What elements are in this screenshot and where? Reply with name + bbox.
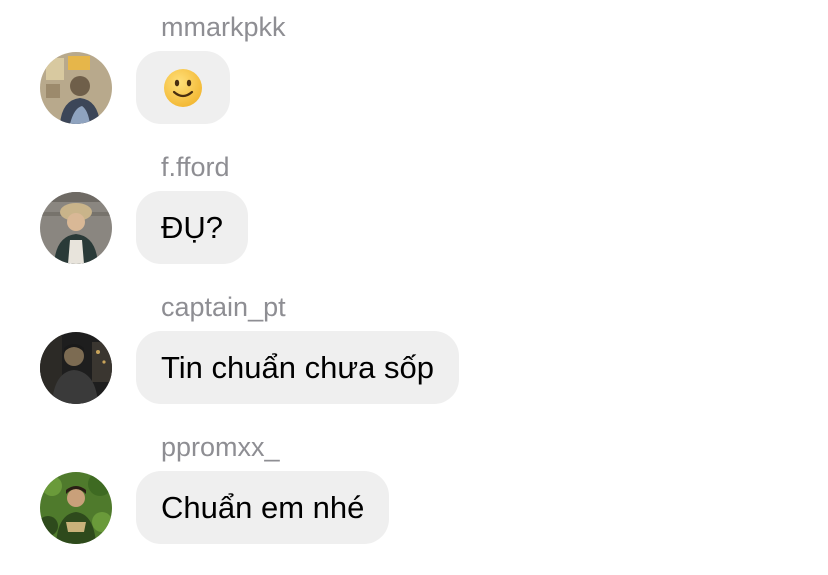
avatar[interactable] bbox=[40, 472, 112, 544]
message-row: mmarkpkk bbox=[0, 0, 828, 130]
message-bubble[interactable]: Chuẩn em nhé bbox=[136, 471, 390, 544]
message-row: ppromxx_ Chuẩn em nhé bbox=[0, 420, 828, 550]
avatar[interactable] bbox=[40, 192, 112, 264]
sender-name[interactable]: ppromxx_ bbox=[161, 432, 280, 462]
message-bubble[interactable] bbox=[136, 51, 230, 124]
avatar[interactable] bbox=[40, 332, 112, 404]
message-bubble[interactable]: ĐỤ? bbox=[136, 191, 249, 264]
avatar[interactable] bbox=[40, 52, 112, 124]
message-row: f.fford ĐỤ? bbox=[0, 140, 828, 270]
sender-name[interactable]: mmarkpkk bbox=[161, 12, 286, 42]
sender-name[interactable]: captain_pt bbox=[161, 292, 286, 322]
sender-name[interactable]: f.fford bbox=[161, 152, 230, 182]
message-text: ĐỤ? bbox=[161, 209, 224, 245]
message-text: Chuẩn em nhé bbox=[161, 489, 365, 525]
message-text: Tin chuẩn chưa sốp bbox=[161, 349, 434, 385]
message-bubble[interactable]: Tin chuẩn chưa sốp bbox=[136, 331, 459, 404]
slightly-smiling-face-icon bbox=[164, 68, 202, 107]
chat-thread: mmarkpkk f.fford ĐỤ? captain_pt Tin chuẩ… bbox=[0, 0, 828, 575]
message-row: captain_pt Tin chuẩn chưa sốp bbox=[0, 280, 828, 410]
